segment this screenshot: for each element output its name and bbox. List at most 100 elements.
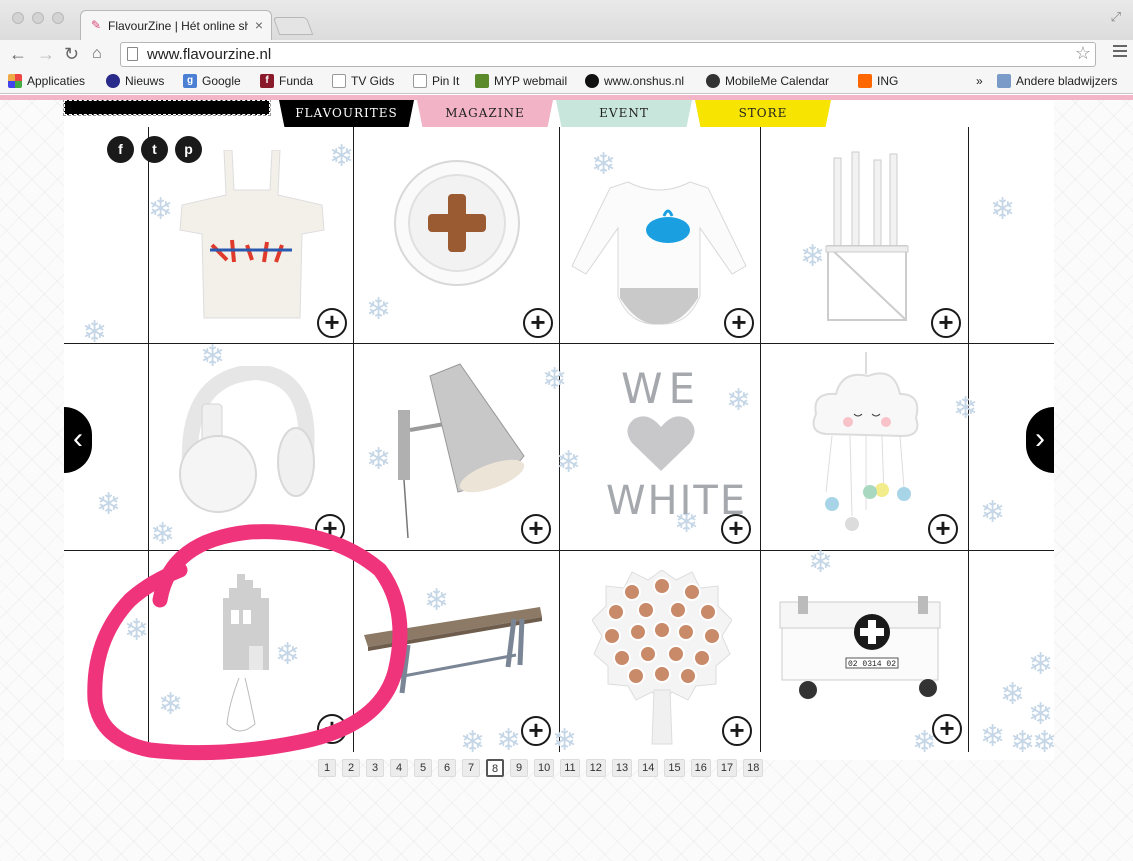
bookmark-applicaties[interactable]: Applicaties: [8, 74, 85, 88]
page-link[interactable]: 4: [390, 759, 408, 777]
bookmark-funda[interactable]: f Funda: [260, 74, 313, 88]
fullscreen-icon[interactable]: ⤢: [1111, 9, 1121, 25]
product-baby-onesie[interactable]: [568, 178, 750, 333]
page-link[interactable]: 3: [366, 759, 384, 777]
add-item-plus-button[interactable]: +: [931, 308, 961, 338]
product-apron[interactable]: [172, 149, 332, 325]
snowflake-icon: ❄: [591, 148, 617, 181]
product-photo-tree[interactable]: [591, 569, 733, 750]
product-bench[interactable]: [362, 605, 544, 700]
snowflake-icon: ❄: [808, 546, 834, 579]
grid-line: [760, 127, 761, 752]
snowflake-icon: ❄: [124, 614, 150, 647]
add-item-plus-button[interactable]: +: [724, 308, 754, 338]
page-link[interactable]: 5: [414, 759, 432, 777]
add-item-plus-button[interactable]: +: [523, 308, 553, 338]
nav-tab-store[interactable]: STORE: [695, 100, 831, 127]
bookmark-myp-webmail[interactable]: MYP webmail: [475, 74, 567, 88]
snowflake-icon: ❄: [980, 720, 1006, 753]
back-arrow-icon[interactable]: ←: [9, 44, 27, 64]
page-link[interactable]: 6: [438, 759, 456, 777]
page-link[interactable]: 1: [318, 759, 336, 777]
document-icon: [413, 74, 427, 88]
heart-icon: [627, 416, 695, 471]
grid-line: [64, 550, 1054, 551]
bench-image: [364, 607, 542, 694]
add-item-plus-button[interactable]: +: [721, 514, 751, 544]
forward-arrow-icon[interactable]: →: [37, 44, 55, 64]
minimize-window-button[interactable]: [32, 12, 44, 24]
snowflake-icon: ❄: [953, 392, 979, 425]
add-item-plus-button[interactable]: +: [317, 714, 347, 744]
product-headphones[interactable]: [178, 363, 318, 521]
add-item-plus-button[interactable]: +: [521, 716, 551, 746]
add-item-plus-button[interactable]: +: [722, 716, 752, 746]
page-link[interactable]: 7: [462, 759, 480, 777]
page-link[interactable]: 16: [690, 759, 711, 777]
add-item-plus-button[interactable]: +: [928, 514, 958, 544]
product-we-love-white[interactable]: WE WHITE: [606, 365, 745, 525]
apps-grid-icon: [8, 74, 22, 88]
bookmark-pin-it[interactable]: Pin It: [413, 74, 459, 88]
add-item-plus-button[interactable]: +: [521, 514, 551, 544]
photo-tree-image: [591, 569, 733, 745]
page-link[interactable]: 2: [342, 759, 360, 777]
bookmark-google[interactable]: g Google: [183, 74, 241, 88]
nav-tab-event[interactable]: EVENT: [556, 100, 692, 127]
bookmark-mobileme-calendar[interactable]: MobileMe Calendar: [706, 74, 829, 88]
product-house-lamp[interactable]: [219, 574, 279, 749]
candle-holder-image: [825, 151, 909, 321]
page-link[interactable]: 15: [664, 759, 685, 777]
snowflake-icon: ❄: [1000, 678, 1026, 711]
zoom-window-button[interactable]: [52, 12, 64, 24]
snowflake-icon: ❄: [552, 724, 578, 757]
product-candle-holder[interactable]: [822, 150, 912, 330]
facebook-icon[interactable]: f: [107, 136, 134, 163]
bookmark-star-icon[interactable]: ☆: [1075, 43, 1091, 64]
wall-lamp-image: [398, 363, 525, 539]
crate-image: 02 0314 02: [779, 596, 941, 699]
page-link[interactable]: 8: [486, 759, 504, 777]
snowflake-icon: ❄: [366, 293, 392, 326]
product-cloud-mobile[interactable]: [812, 352, 922, 542]
product-wall-lamp[interactable]: [396, 360, 531, 545]
bookmark-ing[interactable]: ING: [858, 74, 898, 88]
bookmarks-bar: Applicaties Nieuws g Google f Funda TV Gid…: [0, 70, 1133, 94]
snowflake-icon: ❄: [148, 193, 174, 226]
page-link[interactable]: 14: [638, 759, 659, 777]
twitter-icon[interactable]: t: [141, 136, 168, 163]
tab-title: FlavourZine | Hét online sh: [108, 19, 248, 33]
browser-tab[interactable]: ✎ FlavourZine | Hét online sh ×: [80, 10, 272, 40]
browser-menu-icon[interactable]: [1113, 45, 1127, 60]
close-window-button[interactable]: [12, 12, 24, 24]
product-storage-crate[interactable]: 02 0314 02: [778, 596, 943, 706]
page-link[interactable]: 17: [716, 759, 738, 777]
bookmark-nieuws[interactable]: Nieuws: [106, 74, 164, 88]
tab-close-icon[interactable]: ×: [255, 17, 263, 33]
address-bar[interactable]: www.flavourzine.nl ☆: [120, 42, 1096, 67]
site-logo[interactable]: [63, 100, 271, 116]
bookmark-andere-bladwijzers[interactable]: Andere bladwijzers: [997, 74, 1117, 88]
nav-tab-magazine[interactable]: MAGAZINE: [417, 100, 553, 127]
snowflake-icon: ❄: [158, 688, 184, 721]
new-tab-button[interactable]: [272, 17, 314, 35]
bookmark-tv-gids[interactable]: TV Gids: [332, 74, 394, 88]
add-item-plus-button[interactable]: +: [315, 514, 345, 544]
headphones-image: [179, 363, 315, 513]
page-link[interactable]: 9: [510, 759, 528, 777]
page-link[interactable]: 10: [534, 759, 555, 777]
home-icon[interactable]: ⌂: [92, 44, 102, 64]
onesie-image: [571, 181, 747, 325]
page-link[interactable]: 18: [743, 759, 764, 777]
page-link[interactable]: 13: [611, 759, 633, 777]
bookmarks-overflow-chevron[interactable]: »: [976, 74, 983, 88]
page-link[interactable]: 12: [585, 759, 606, 777]
page-link[interactable]: 11: [560, 759, 580, 777]
bookmark-onshus[interactable]: www.onshus.nl: [585, 74, 684, 88]
onshus-icon: [585, 74, 599, 88]
nav-tab-flavourites[interactable]: FLAVOURITES: [279, 100, 414, 127]
product-button[interactable]: [392, 158, 522, 293]
add-item-plus-button[interactable]: +: [317, 308, 347, 338]
reload-icon[interactable]: ↻: [64, 44, 79, 64]
add-item-plus-button[interactable]: +: [932, 714, 962, 744]
